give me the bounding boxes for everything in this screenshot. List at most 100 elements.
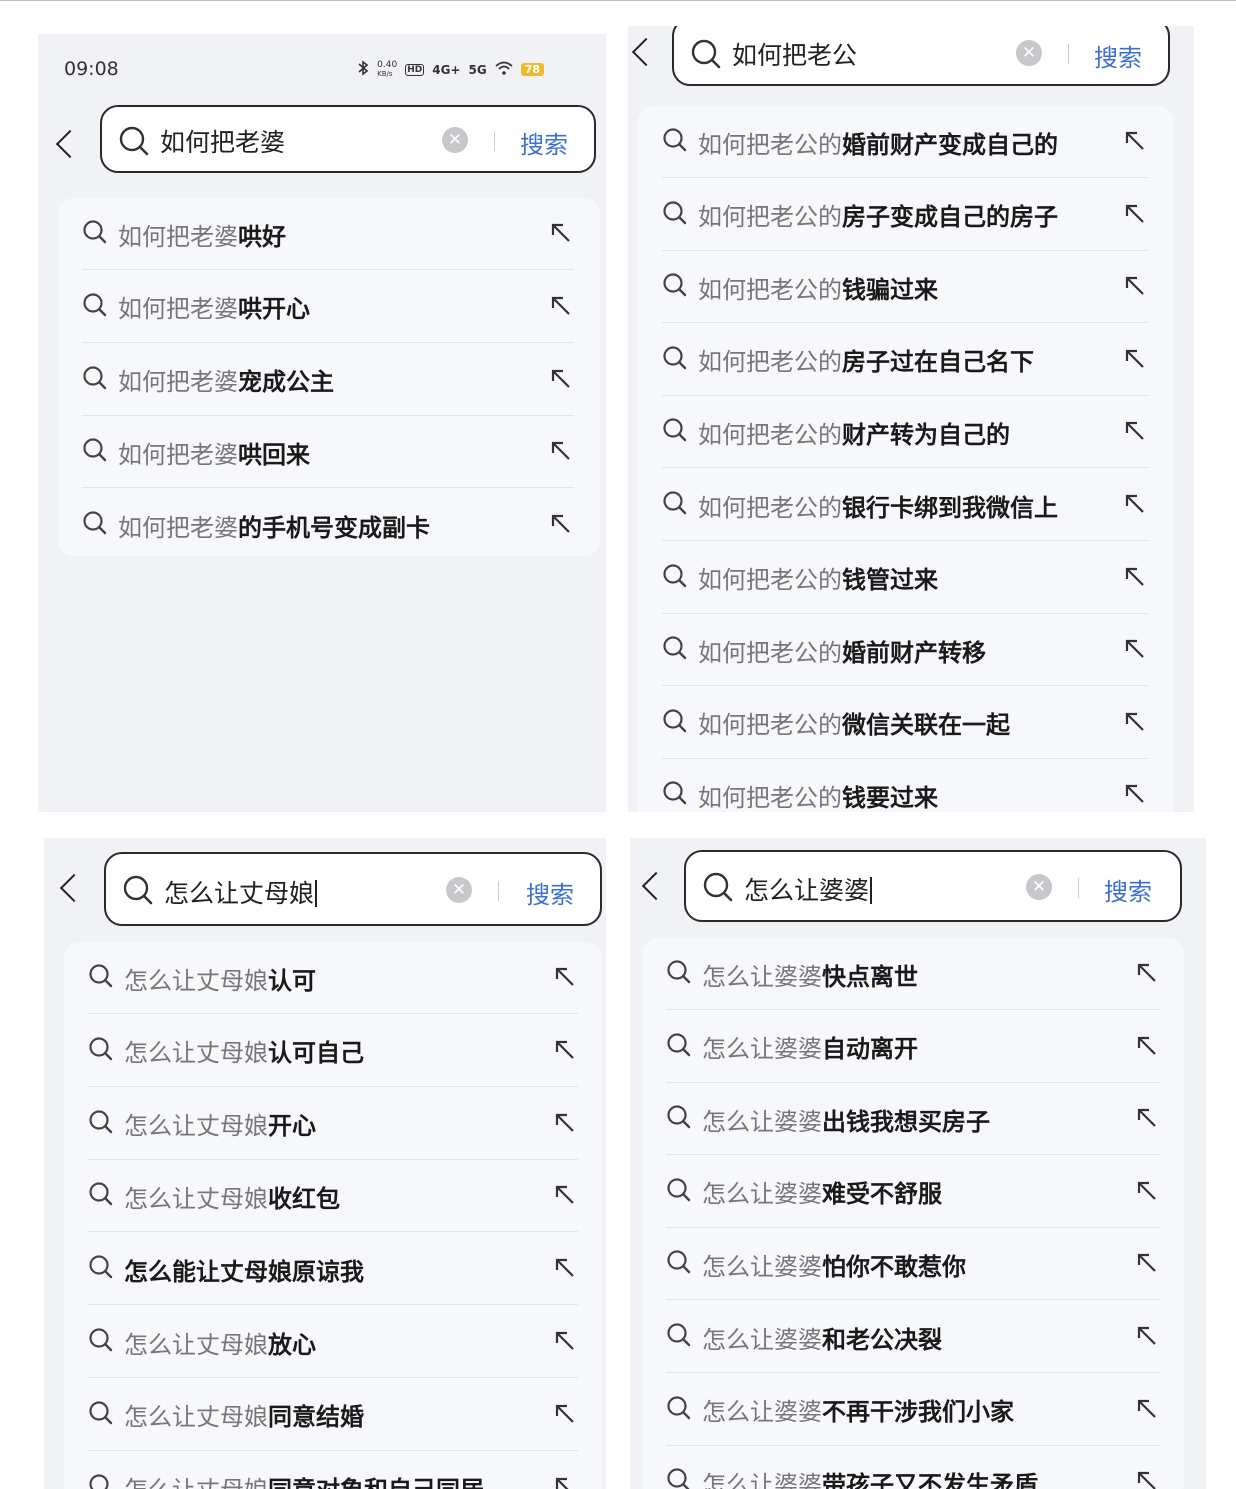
suggestion-item[interactable]: 如何把老公的 银行卡绑到我微信上 bbox=[662, 469, 1148, 541]
bluetooth-icon bbox=[357, 60, 369, 79]
fill-arrow-icon[interactable] bbox=[552, 1474, 578, 1489]
suggestion-item[interactable]: 如何把老公的 房子过在自己名下 bbox=[662, 324, 1148, 396]
suggestion-item[interactable]: 怎么让婆婆 快点离世 bbox=[666, 938, 1160, 1010]
suggestion-item[interactable]: 怎么让丈母娘 放心 bbox=[88, 1306, 578, 1378]
suggestion-item[interactable]: 如何把老公的 钱要过来 bbox=[662, 759, 1148, 812]
suggestion-item[interactable]: 如何把老婆 哄开心 bbox=[82, 271, 574, 343]
fill-arrow-icon[interactable] bbox=[1134, 1468, 1160, 1489]
fill-arrow-icon[interactable] bbox=[1134, 1178, 1160, 1204]
search-query[interactable]: 如何把老婆 bbox=[160, 123, 285, 159]
search-divider bbox=[494, 131, 495, 151]
back-chevron-icon[interactable] bbox=[628, 32, 658, 72]
search-input[interactable]: 如何把老婆 ✕ 搜索 bbox=[100, 105, 596, 173]
suggestion-item[interactable]: 怎么让婆婆 带孩子又不发生矛盾 bbox=[666, 1446, 1160, 1489]
search-icon bbox=[662, 563, 688, 593]
back-chevron-icon[interactable] bbox=[56, 868, 86, 908]
fill-arrow-icon[interactable] bbox=[1134, 1250, 1160, 1276]
clear-icon[interactable]: ✕ bbox=[446, 877, 472, 903]
suggestion-item[interactable]: 怎么让婆婆 难受不舒服 bbox=[666, 1156, 1160, 1228]
search-divider bbox=[1078, 878, 1079, 898]
fill-arrow-icon[interactable] bbox=[1122, 781, 1148, 807]
fill-arrow-icon[interactable] bbox=[552, 1037, 578, 1063]
search-icon bbox=[88, 1109, 114, 1139]
fill-arrow-icon[interactable] bbox=[548, 366, 574, 392]
fill-arrow-icon[interactable] bbox=[1122, 128, 1148, 154]
suggestion-item[interactable]: 如何把老公的 房子变成自己的房子 bbox=[662, 179, 1148, 251]
suggestion-item[interactable]: 怎么让婆婆 怕你不敢惹你 bbox=[666, 1228, 1160, 1301]
fill-arrow-icon[interactable] bbox=[1122, 273, 1148, 299]
fill-arrow-icon[interactable] bbox=[548, 293, 574, 319]
suggestion-item[interactable]: 如何把老公的 财产转为自己的 bbox=[662, 396, 1148, 469]
suggestion-prefix: 如何把老公的 bbox=[698, 348, 842, 377]
suggestion-item[interactable]: 如何把老婆 的手机号变成副卡 bbox=[82, 489, 574, 561]
search-icon bbox=[119, 126, 149, 156]
fill-arrow-icon[interactable] bbox=[548, 220, 574, 246]
suggestion-prefix: 如何把老公的 bbox=[698, 493, 842, 522]
fill-arrow-icon[interactable] bbox=[1122, 709, 1148, 735]
clear-icon[interactable]: ✕ bbox=[1016, 40, 1042, 66]
suggestion-suffix: 怕你不敢惹你 bbox=[822, 1252, 966, 1281]
suggestion-prefix: 如何把老公的 bbox=[698, 566, 842, 595]
suggestion-item[interactable]: 如何把老婆 宠成公主 bbox=[82, 344, 574, 416]
suggestion-prefix: 怎么让丈母娘 bbox=[124, 1112, 268, 1141]
search-icon bbox=[662, 200, 688, 230]
suggestion-suffix: 同意结婚 bbox=[268, 1403, 364, 1432]
suggestion-item[interactable]: 如何把老公的 婚前财产变成自己的 bbox=[662, 106, 1148, 178]
search-button[interactable]: 搜索 bbox=[526, 875, 574, 910]
fill-arrow-icon[interactable] bbox=[1122, 636, 1148, 662]
fill-arrow-icon[interactable] bbox=[1134, 960, 1160, 986]
fill-arrow-icon[interactable] bbox=[1122, 491, 1148, 517]
fill-arrow-icon[interactable] bbox=[552, 1110, 578, 1136]
fill-arrow-icon[interactable] bbox=[552, 1401, 578, 1427]
search-button[interactable]: 搜索 bbox=[520, 125, 568, 160]
suggestion-item[interactable]: 怎么让婆婆 和老公决裂 bbox=[666, 1301, 1160, 1373]
fill-arrow-icon[interactable] bbox=[1134, 1105, 1160, 1131]
suggestion-suffix: 开心 bbox=[268, 1112, 316, 1141]
suggestion-item[interactable]: 怎么让婆婆 自动离开 bbox=[666, 1011, 1160, 1083]
search-query[interactable]: 怎么让丈母娘 bbox=[164, 874, 318, 910]
search-button[interactable]: 搜索 bbox=[1104, 872, 1152, 907]
suggestion-item[interactable]: 如何把老公的 微信关联在一起 bbox=[662, 687, 1148, 759]
suggestion-prefix: 如何把老婆 bbox=[118, 513, 238, 542]
suggestion-item[interactable]: 怎么让婆婆 不再干涉我们小家 bbox=[666, 1374, 1160, 1446]
clear-icon[interactable]: ✕ bbox=[442, 127, 468, 153]
fill-arrow-icon[interactable] bbox=[1122, 418, 1148, 444]
fill-arrow-icon[interactable] bbox=[1134, 1033, 1160, 1059]
suggestion-item[interactable]: 怎么让丈母娘 认可自己 bbox=[88, 1015, 578, 1087]
search-divider bbox=[498, 881, 499, 901]
fill-arrow-icon[interactable] bbox=[552, 1182, 578, 1208]
search-button[interactable]: 搜索 bbox=[1094, 38, 1142, 73]
fill-arrow-icon[interactable] bbox=[552, 964, 578, 990]
suggestion-item[interactable]: 如何把老婆 哄好 bbox=[82, 198, 574, 270]
suggestion-item[interactable]: 如何把老公的 婚前财产转移 bbox=[662, 614, 1148, 687]
search-query[interactable]: 怎么让婆婆 bbox=[744, 871, 873, 907]
search-input[interactable]: 怎么让婆婆 ✕ 搜索 bbox=[684, 850, 1182, 922]
suggestion-item[interactable]: 怎么能让丈母娘原谅我 bbox=[88, 1233, 578, 1306]
fill-arrow-icon[interactable] bbox=[548, 511, 574, 537]
suggestion-item[interactable]: 怎么让丈母娘 收红包 bbox=[88, 1160, 578, 1233]
fill-arrow-icon[interactable] bbox=[1122, 201, 1148, 227]
suggestion-item[interactable]: 怎么让丈母娘 同意结婚 bbox=[88, 1379, 578, 1451]
search-input[interactable]: 如何把老公 ✕ 搜索 bbox=[672, 26, 1170, 86]
back-chevron-icon[interactable] bbox=[52, 124, 82, 164]
suggestion-item[interactable]: 怎么让丈母娘 开心 bbox=[88, 1088, 578, 1160]
clear-icon[interactable]: ✕ bbox=[1026, 874, 1052, 900]
fill-arrow-icon[interactable] bbox=[1122, 346, 1148, 372]
fill-arrow-icon[interactable] bbox=[1122, 564, 1148, 590]
suggestion-item[interactable]: 怎么让婆婆 出钱我想买房子 bbox=[666, 1083, 1160, 1156]
search-input[interactable]: 怎么让丈母娘 ✕ 搜索 bbox=[104, 852, 602, 926]
search-icon bbox=[82, 437, 108, 467]
suggestion-item[interactable]: 如何把老婆 哄回来 bbox=[82, 416, 574, 489]
search-query[interactable]: 如何把老公 bbox=[732, 36, 857, 72]
back-chevron-icon[interactable] bbox=[638, 866, 668, 906]
suggestion-item[interactable]: 怎么让丈母娘 认可 bbox=[88, 942, 578, 1014]
suggestion-item[interactable]: 如何把老公的 钱骗过来 bbox=[662, 251, 1148, 324]
suggestion-prefix: 怎么让丈母娘 bbox=[124, 1330, 268, 1359]
fill-arrow-icon[interactable] bbox=[552, 1255, 578, 1281]
suggestion-item[interactable]: 怎么让丈母娘同意对象和自己同居 bbox=[88, 1452, 578, 1489]
fill-arrow-icon[interactable] bbox=[1134, 1323, 1160, 1349]
fill-arrow-icon[interactable] bbox=[552, 1328, 578, 1354]
suggestion-item[interactable]: 如何把老公的 钱管过来 bbox=[662, 542, 1148, 614]
fill-arrow-icon[interactable] bbox=[1134, 1396, 1160, 1422]
fill-arrow-icon[interactable] bbox=[548, 438, 574, 464]
